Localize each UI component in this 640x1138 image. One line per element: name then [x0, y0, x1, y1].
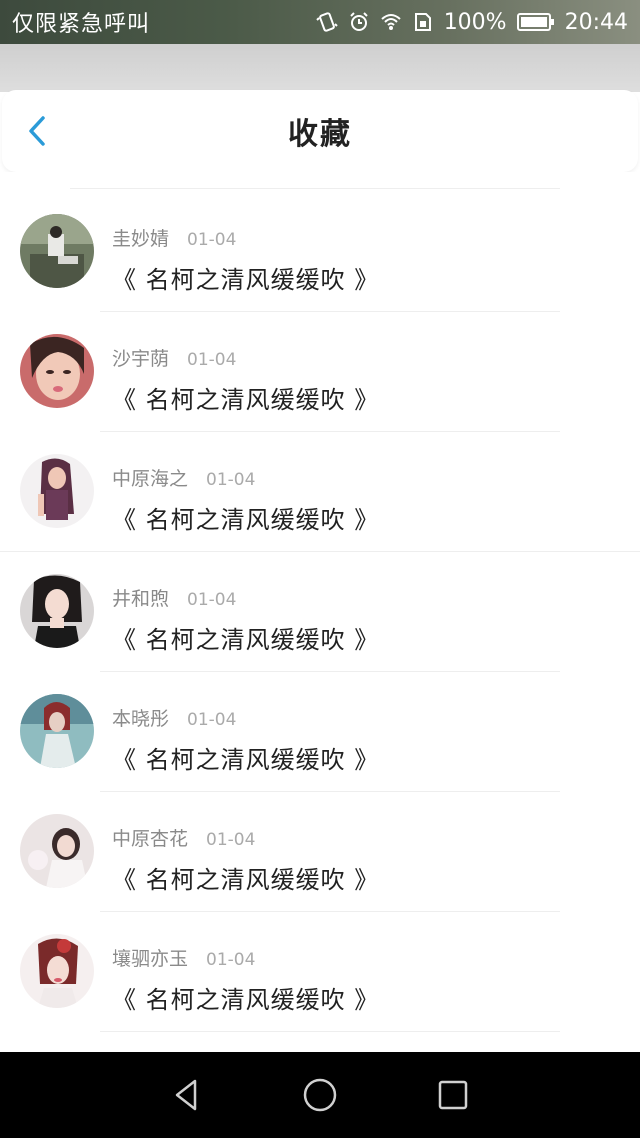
avatar	[20, 454, 94, 528]
chevron-left-icon	[29, 116, 45, 146]
nav-back-button[interactable]	[162, 1070, 212, 1120]
author-name: 本晓彤	[112, 708, 170, 730]
favorites-list: 圭妙婧 01-04 《 名柯之清风缓缓吹 》 沙宇荫 01-04 《 名柯之清风…	[0, 172, 640, 1052]
sim-icon	[412, 11, 434, 33]
item-title: 《 名柯之清风缓缓吹 》	[112, 266, 380, 294]
post-date: 01-04	[206, 830, 256, 850]
status-icons: 100% 20:44	[315, 9, 628, 35]
author-name: 中原杏花	[112, 828, 189, 850]
top-bar: 收藏	[2, 90, 638, 172]
post-date: 01-04	[206, 470, 256, 490]
alarm-icon	[348, 11, 370, 33]
avatar-photo-6	[20, 814, 94, 888]
avatar-photo-3	[20, 454, 94, 528]
vibrate-icon	[315, 11, 338, 33]
wifi-icon	[380, 11, 402, 33]
avatar	[20, 694, 94, 768]
battery-percent: 100%	[443, 9, 507, 35]
post-date: 01-04	[187, 350, 237, 370]
item-title: 《 名柯之清风缓缓吹 》	[112, 866, 380, 894]
item-title: 《 名柯之清风缓缓吹 》	[112, 386, 380, 414]
list-item[interactable]: 本晓彤 01-04 《 名柯之清风缓缓吹 》	[0, 672, 640, 792]
back-button[interactable]	[20, 114, 54, 148]
author-name: 圭妙婧	[112, 228, 170, 250]
item-title: 《 名柯之清风缓缓吹 》	[112, 746, 380, 774]
avatar	[20, 574, 94, 648]
list-item[interactable]: 中原海之 01-04 《 名柯之清风缓缓吹 》	[0, 432, 640, 552]
avatar-photo-5	[20, 694, 94, 768]
author-name: 沙宇荫	[112, 348, 170, 370]
avatar-photo-7	[20, 934, 94, 1008]
navigation-bar	[0, 1052, 640, 1138]
avatar-photo-1	[20, 214, 94, 288]
avatar	[20, 814, 94, 888]
author-name: 壤驷亦玉	[112, 948, 189, 970]
carrier-text: 仅限紧急呼叫	[12, 12, 151, 37]
post-date: 01-04	[187, 710, 237, 730]
avatar	[20, 334, 94, 408]
header-backdrop	[0, 44, 640, 92]
status-time: 20:44	[564, 9, 628, 35]
nav-recents-button[interactable]	[428, 1070, 478, 1120]
list-item[interactable]: 沙宇荫 01-04 《 名柯之清风缓缓吹 》	[0, 312, 640, 432]
recents-square-icon	[439, 1080, 468, 1110]
list-item[interactable]: 壤驷亦玉 01-04 《 名柯之清风缓缓吹 》	[0, 912, 640, 1032]
item-title: 《 名柯之清风缓缓吹 》	[112, 506, 380, 534]
avatar-photo-4	[20, 574, 94, 648]
post-date: 01-04	[187, 590, 237, 610]
avatar-photo-2	[20, 334, 94, 408]
avatar	[20, 934, 94, 1008]
author-name: 中原海之	[112, 468, 189, 490]
list-item[interactable]: 井和煦 01-04 《 名柯之清风缓缓吹 》	[0, 552, 640, 672]
page-title: 收藏	[288, 117, 352, 152]
home-circle-icon	[303, 1078, 337, 1112]
item-title: 《 名柯之清风缓缓吹 》	[112, 626, 380, 654]
list-item[interactable]: 中原杏花 01-04 《 名柯之清风缓缓吹 》	[0, 792, 640, 912]
battery-icon	[516, 11, 555, 33]
author-name: 井和煦	[112, 588, 170, 610]
avatar	[20, 214, 94, 288]
list-item[interactable]: 圭妙婧 01-04 《 名柯之清风缓缓吹 》	[0, 192, 640, 312]
back-triangle-icon	[175, 1079, 196, 1111]
divider	[100, 1031, 560, 1032]
nav-home-button[interactable]	[295, 1070, 345, 1120]
item-title: 《 名柯之清风缓缓吹 》	[112, 986, 380, 1014]
status-bar: 仅限紧急呼叫 100% 20:44	[0, 0, 640, 44]
post-date: 01-04	[206, 950, 256, 970]
divider	[70, 188, 560, 189]
post-date: 01-04	[187, 230, 237, 250]
